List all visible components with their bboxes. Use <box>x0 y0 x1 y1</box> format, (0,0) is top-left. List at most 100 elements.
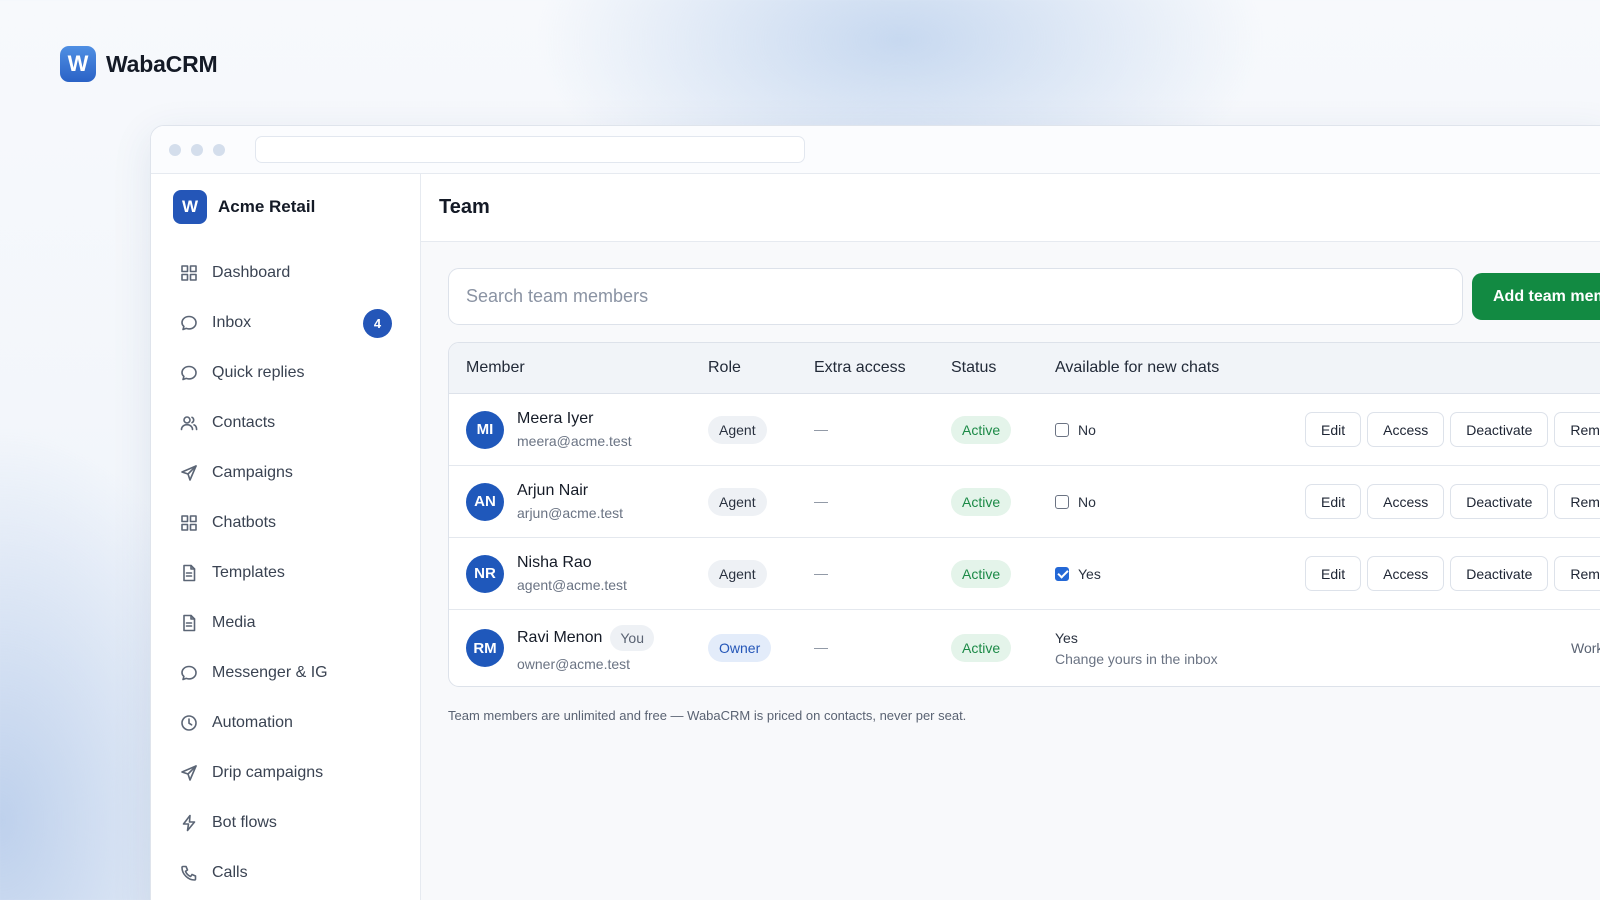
extra-access-value: — <box>814 639 828 655</box>
document-icon <box>183 564 196 582</box>
deactivate-button[interactable]: Deactivate <box>1450 556 1549 591</box>
page-header: Team <box>421 174 1600 242</box>
access-button[interactable]: Access <box>1367 412 1445 447</box>
workspace-logo: W <box>173 190 207 224</box>
member-name: Ravi Menon <box>517 628 603 646</box>
sidebar-item-templates[interactable]: Templates <box>151 548 420 598</box>
brand: W WabaCRM <box>60 46 218 82</box>
brand-name: WabaCRM <box>106 50 218 77</box>
member-email: arjun@acme.test <box>517 505 624 521</box>
column-header-role: Role <box>708 359 741 376</box>
member-name: Arjun Nair <box>517 482 589 499</box>
sidebar-item-automation[interactable]: Automation <box>151 698 420 748</box>
remove-button[interactable]: Remove <box>1554 484 1600 519</box>
remove-button[interactable]: Remove <box>1554 412 1600 447</box>
member-email: agent@acme.test <box>517 577 627 593</box>
sidebar-item-messenger-ig[interactable]: Messenger & IG <box>151 648 420 698</box>
sidebar-item-drip-campaigns[interactable]: Drip campaigns <box>151 748 420 798</box>
document-icon <box>183 614 196 632</box>
status-badge: Active <box>951 634 1012 662</box>
browser-window: W Acme Retail Dashboard Inbox 4 Quick re… <box>150 125 1600 900</box>
extra-access-value: — <box>814 420 828 437</box>
chat-icon <box>181 365 197 381</box>
member-email: owner@acme.test <box>517 655 631 672</box>
status-badge: Active <box>951 415 1012 444</box>
sidebar-item-bot-flows[interactable]: Bot flows <box>151 798 420 848</box>
sidebar-item-quick-replies[interactable]: Quick replies <box>151 348 420 398</box>
sidebar-item-chatbots[interactable]: Chatbots <box>151 498 420 548</box>
column-header-available: Available for new chats <box>1055 359 1220 376</box>
sidebar-item-label: Dashboard <box>212 264 291 281</box>
add-team-member-button[interactable]: Add team member <box>1472 273 1600 320</box>
access-button[interactable]: Access <box>1367 556 1445 591</box>
brand-logo: W <box>60 46 96 82</box>
deactivate-button[interactable]: Deactivate <box>1450 412 1549 447</box>
avatar: AN <box>466 482 504 521</box>
availability-label: No <box>1078 421 1096 438</box>
pricing-footnote: Team members are unlimited and free — Wa… <box>448 708 967 723</box>
main-content: Team Add team member Member Role Extra a… <box>421 174 1600 900</box>
workspace-name: Acme Retail <box>218 197 316 216</box>
edit-button[interactable]: Edit <box>1305 556 1362 591</box>
role-badge: Agent <box>708 415 767 444</box>
sidebar-item-label: Quick replies <box>212 364 305 381</box>
availability-label: Yes <box>1078 565 1101 582</box>
extra-access-value: — <box>814 564 828 581</box>
availability-label: No <box>1078 493 1096 510</box>
role-badge: Owner <box>708 634 772 662</box>
availability-hint: Change yours in the inbox <box>1055 650 1218 667</box>
availability-label: Yes <box>1055 629 1078 646</box>
column-header-member: Member <box>466 359 525 376</box>
workspace-switcher[interactable]: W Acme Retail <box>151 190 420 224</box>
member-name: Nisha Rao <box>517 554 592 571</box>
grid-icon <box>181 515 197 531</box>
table-row-owner: RM Ravi Menon You owner@acme.test Owner … <box>449 610 1600 686</box>
edit-button[interactable]: Edit <box>1305 412 1362 447</box>
availability-checkbox[interactable] <box>1055 566 1069 581</box>
remove-button[interactable]: Remove <box>1554 556 1600 591</box>
sidebar-item-label: Templates <box>212 564 285 581</box>
users-icon <box>180 416 198 431</box>
page-title: Team <box>439 196 490 218</box>
availability-checkbox[interactable] <box>1055 422 1069 437</box>
you-badge: You <box>610 624 654 651</box>
edit-button[interactable]: Edit <box>1305 484 1362 519</box>
sidebar-nav: Dashboard Inbox 4 Quick replies Contacts <box>151 248 420 898</box>
availability-checkbox[interactable] <box>1055 494 1069 509</box>
deactivate-button[interactable]: Deactivate <box>1450 484 1549 519</box>
bolt-icon <box>182 814 196 832</box>
sidebar-item-campaigns[interactable]: Campaigns <box>151 448 420 498</box>
send-icon <box>181 465 197 481</box>
status-badge: Active <box>951 559 1012 588</box>
sidebar-item-label: Messenger & IG <box>212 664 328 681</box>
avatar: NR <box>466 554 504 593</box>
unread-count-badge: 4 <box>363 308 392 338</box>
team-table: Member Role Extra access Status Availabl… <box>448 342 1600 687</box>
chat-icon <box>181 315 197 331</box>
column-header-extra-access: Extra access <box>814 359 906 376</box>
table-header: Member Role Extra access Status Availabl… <box>449 343 1600 394</box>
grid-icon <box>181 265 197 281</box>
window-dot <box>213 143 225 156</box>
address-bar[interactable] <box>255 136 805 163</box>
sidebar-item-label: Drip campaigns <box>212 764 324 781</box>
access-button[interactable]: Access <box>1367 484 1445 519</box>
table-row: MI Meera Iyer meera@acme.test Agent — Ac… <box>449 394 1600 466</box>
status-badge: Active <box>951 487 1012 516</box>
extra-access-value: — <box>814 492 828 509</box>
sidebar-item-media[interactable]: Media <box>151 598 420 648</box>
table-row: NR Nisha Rao agent@acme.test Agent — Act… <box>449 538 1600 610</box>
phone-icon <box>181 865 197 881</box>
sidebar-item-dashboard[interactable]: Dashboard <box>151 248 420 298</box>
search-input[interactable] <box>448 268 1463 325</box>
sidebar-item-label: Bot flows <box>212 814 277 831</box>
workspace-owner-note: Workspace owner <box>1571 640 1600 656</box>
sidebar-item-contacts[interactable]: Contacts <box>151 398 420 448</box>
sidebar-item-inbox[interactable]: Inbox 4 <box>151 298 420 348</box>
browser-chrome <box>151 126 1600 174</box>
sidebar-item-calls[interactable]: Calls <box>151 848 420 898</box>
sidebar-item-label: Inbox <box>212 314 252 331</box>
sidebar-item-label: Chatbots <box>212 514 277 531</box>
avatar: MI <box>466 410 504 449</box>
role-badge: Agent <box>708 559 767 588</box>
